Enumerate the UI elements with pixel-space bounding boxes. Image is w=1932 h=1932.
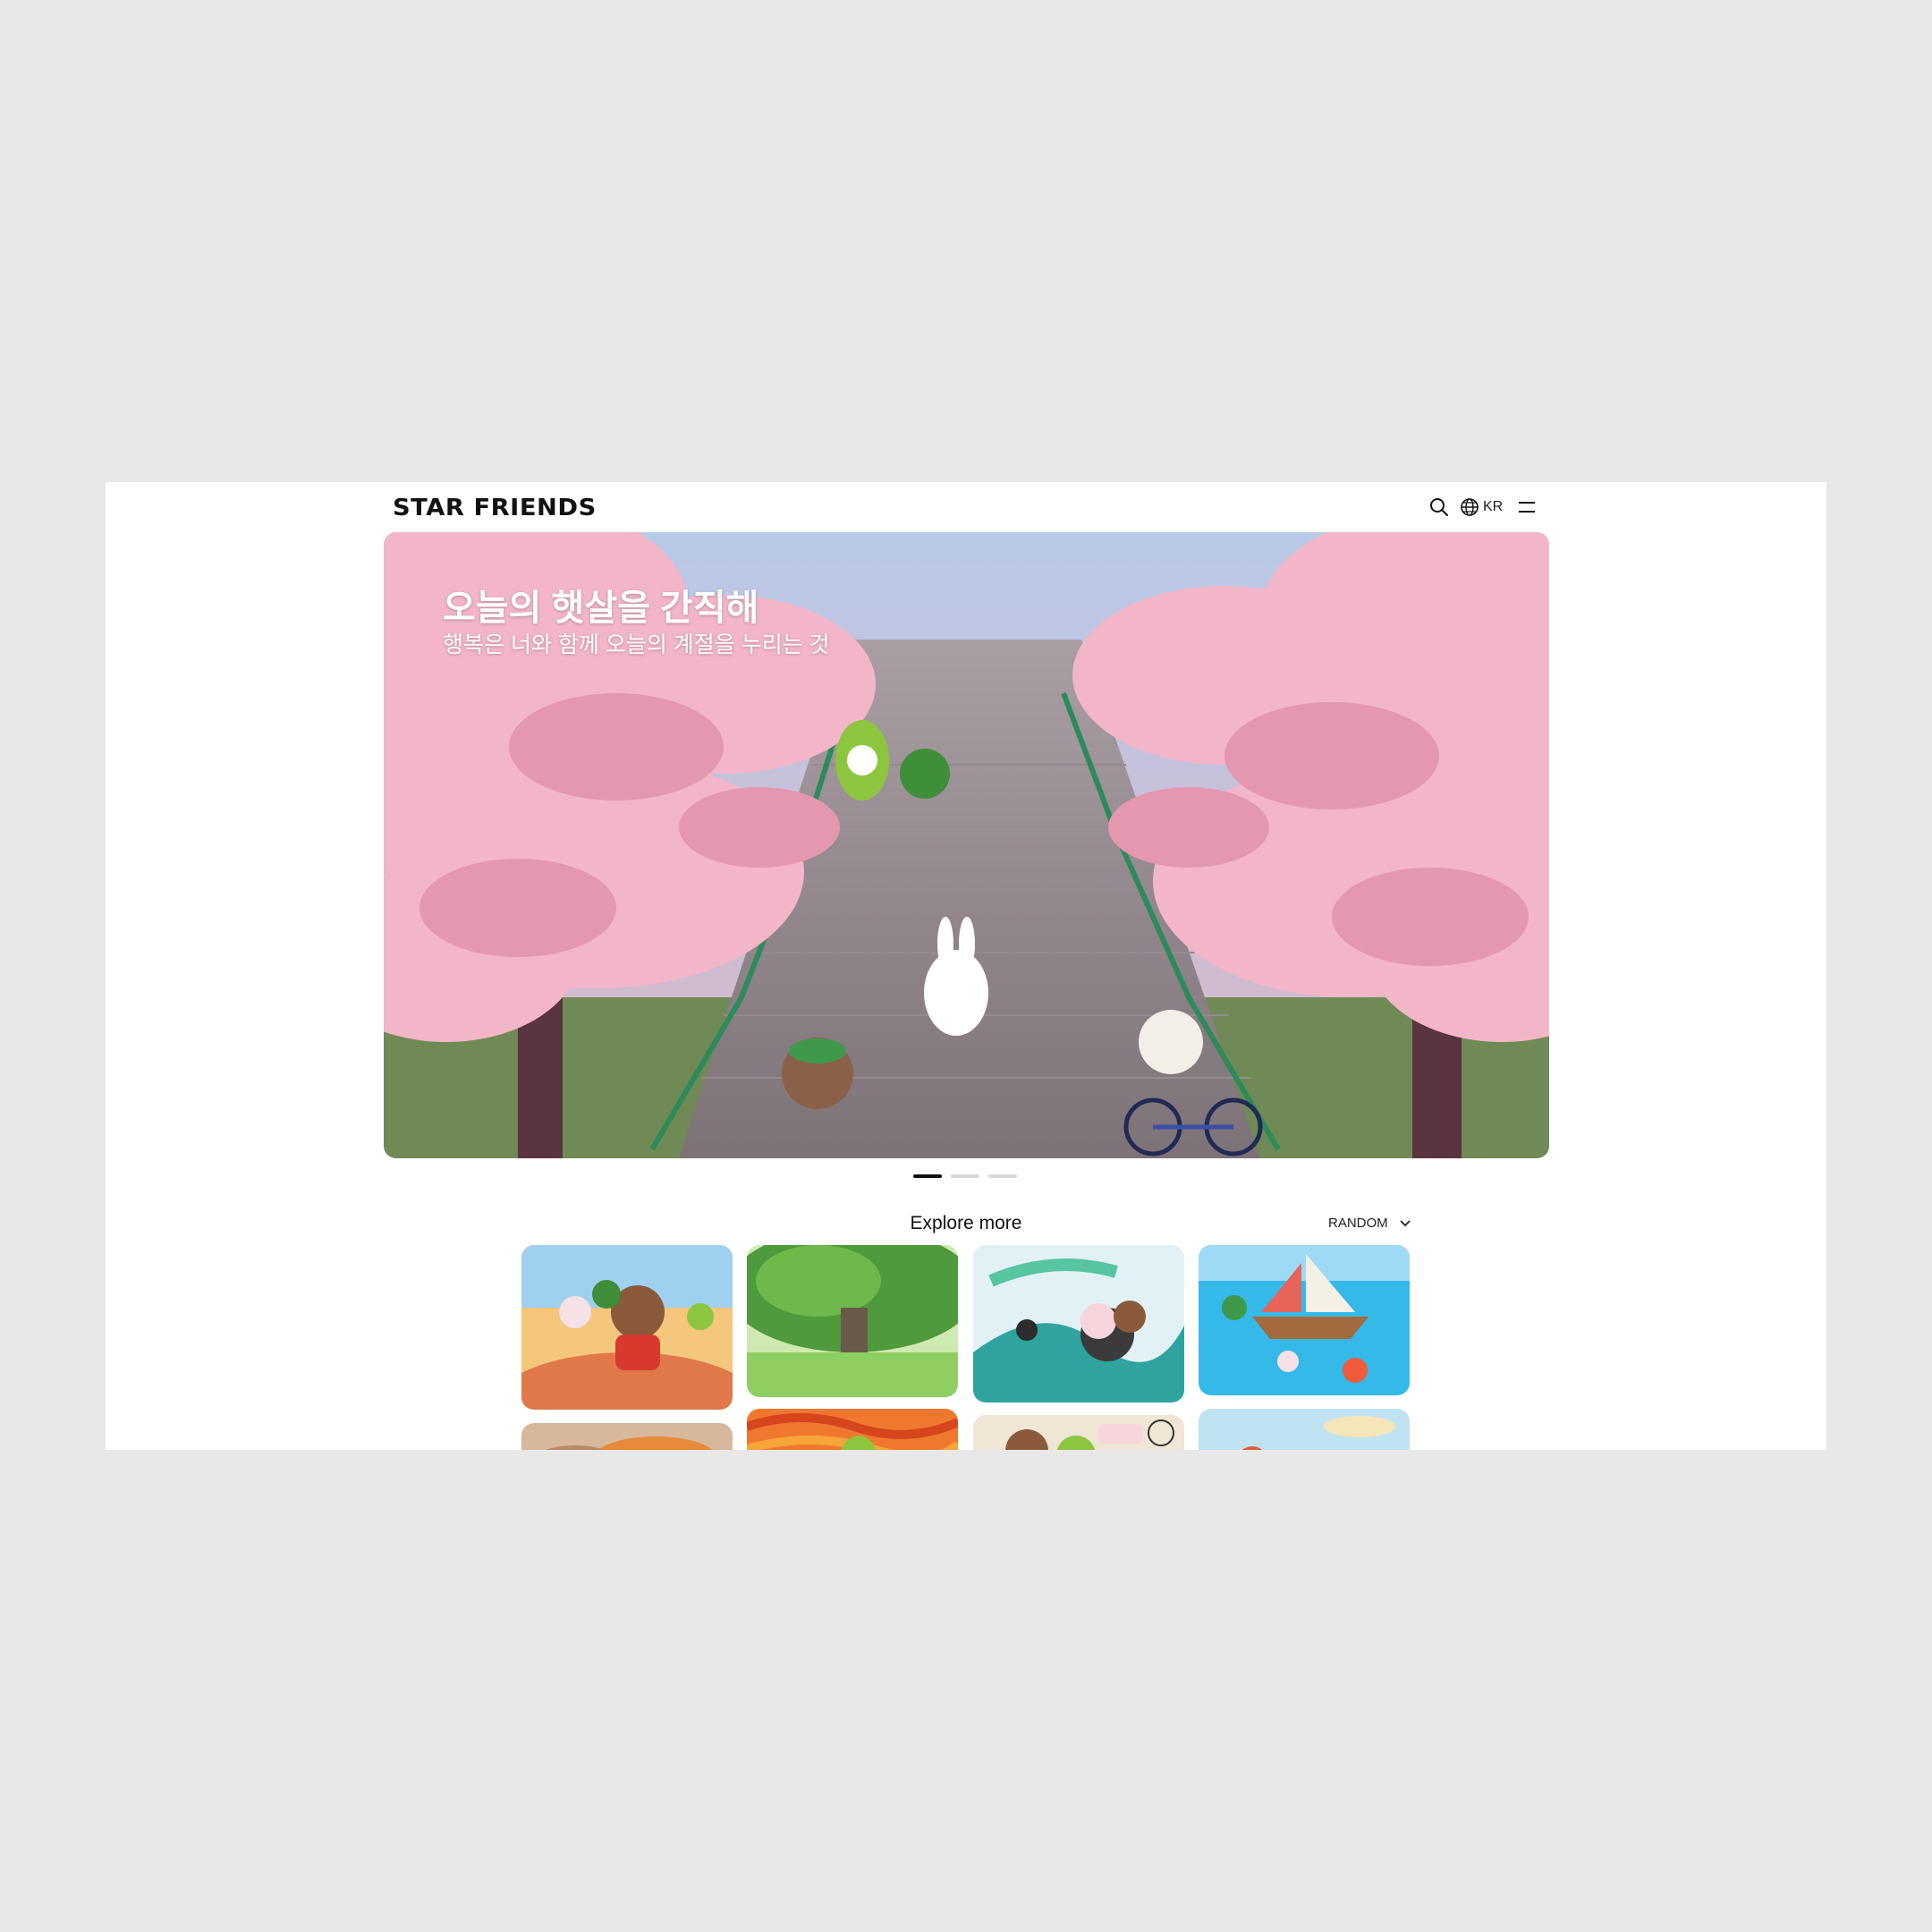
- gallery-thumbnail[interactable]: [521, 1245, 733, 1410]
- carousel-dot-1[interactable]: [913, 1174, 942, 1178]
- chevron-down-icon: [1400, 1219, 1411, 1226]
- globe-icon: [1461, 498, 1479, 516]
- page: STAR FRIENDS KR 오늘의 햇살을 간직해 행복은 너와 함께 오늘…: [106, 482, 1826, 1450]
- language-selector[interactable]: KR: [1460, 497, 1503, 517]
- gallery-thumbnail[interactable]: [973, 1415, 1184, 1450]
- sort-dropdown[interactable]: RANDOM: [1328, 1216, 1411, 1231]
- hero-subtitle: 행복은 너와 함께 오늘의 계절을 누리는 것: [443, 632, 830, 657]
- carousel-dot-2[interactable]: [951, 1174, 979, 1178]
- menu-icon[interactable]: [1517, 500, 1537, 514]
- language-label: KR: [1483, 499, 1504, 514]
- hero-banner[interactable]: 오늘의 햇살을 간직해 행복은 너와 함께 오늘의 계절을 누리는 것: [384, 532, 1549, 1158]
- site-header: STAR FRIENDS KR: [106, 482, 1826, 532]
- header-actions: KR: [1429, 493, 1537, 521]
- search-icon[interactable]: [1429, 497, 1449, 517]
- gallery-thumbnail[interactable]: [1199, 1245, 1410, 1395]
- carousel-dot-3[interactable]: [988, 1174, 1017, 1178]
- hero-title: 오늘의 햇살을 간직해: [443, 589, 759, 628]
- explore-title: Explore more: [910, 1213, 1022, 1233]
- gallery-thumbnail[interactable]: [747, 1409, 958, 1450]
- logo[interactable]: STAR FRIENDS: [393, 495, 597, 521]
- carousel-pagination: [913, 1174, 1017, 1178]
- gallery-thumbnail[interactable]: [747, 1245, 958, 1397]
- gallery-thumbnail[interactable]: [1199, 1409, 1410, 1450]
- gallery-thumbnail[interactable]: [521, 1423, 733, 1450]
- sort-label: RANDOM: [1328, 1216, 1388, 1231]
- gallery-thumbnail[interactable]: [973, 1245, 1184, 1402]
